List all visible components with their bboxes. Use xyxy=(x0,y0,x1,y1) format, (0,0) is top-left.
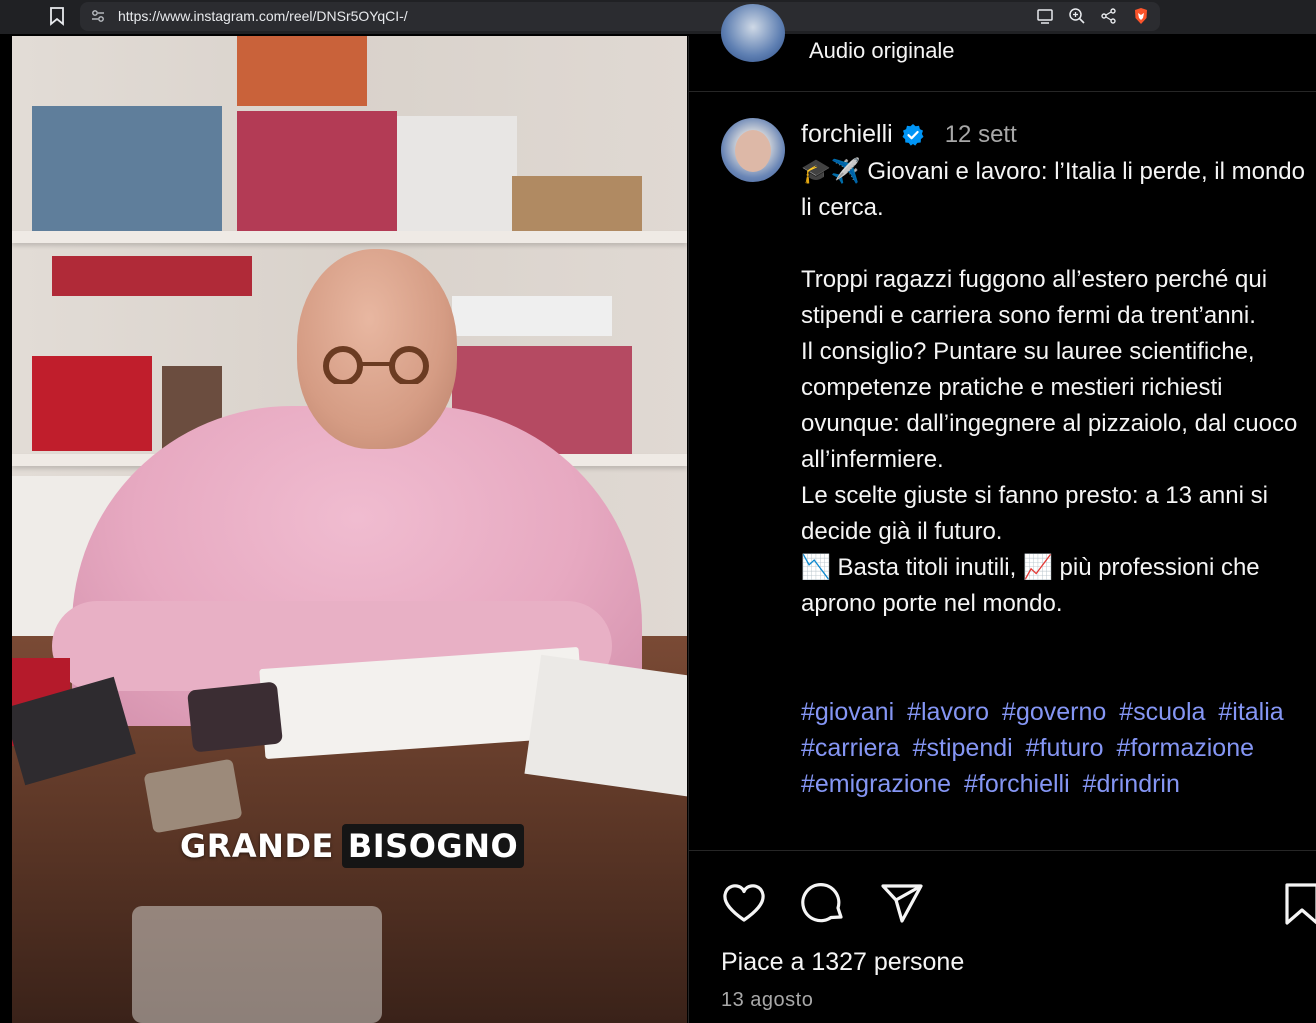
site-settings-icon[interactable] xyxy=(90,8,106,24)
avatar-face xyxy=(735,130,771,172)
video-books xyxy=(237,111,397,231)
video-subtitle: GRANDE BISOGNO xyxy=(180,824,525,868)
url-text[interactable]: https://www.instagram.com/reel/DNSr5OYqC… xyxy=(118,8,408,24)
video-phone xyxy=(187,681,283,753)
reel-video[interactable]: GRANDE BISOGNO xyxy=(12,36,687,1023)
caption-line xyxy=(801,226,1316,262)
post-date[interactable]: 12 sett xyxy=(945,121,1017,149)
audio-label[interactable]: Audio originale xyxy=(809,38,955,64)
hashtag-link[interactable]: #italia xyxy=(1218,698,1283,726)
divider xyxy=(689,850,1316,851)
post-header: forchielli 12 sett xyxy=(801,120,1017,149)
brave-shield-icon[interactable] xyxy=(1132,7,1150,25)
browser-toolbar: https://www.instagram.com/reel/DNSr5OYqC… xyxy=(0,0,1316,34)
video-shelf xyxy=(12,231,687,243)
hashtag-link[interactable]: #emigrazione xyxy=(801,770,951,798)
hashtag-link[interactable]: #carriera xyxy=(801,734,900,762)
hashtag-link[interactable]: #forchielli xyxy=(964,770,1070,798)
caption-line: 🎓✈️ Giovani e lavoro: l’Italia li perde,… xyxy=(801,158,1312,221)
comment-bubble-icon[interactable] xyxy=(801,881,847,927)
video-books xyxy=(32,356,152,451)
hashtag-link[interactable]: #scuola xyxy=(1119,698,1205,726)
verified-badge-icon xyxy=(902,123,924,146)
cast-icon[interactable] xyxy=(1036,7,1054,25)
zoom-icon[interactable] xyxy=(1068,7,1086,25)
video-papers xyxy=(524,654,687,798)
video-books xyxy=(452,296,612,336)
post-timestamp[interactable]: 13 agosto xyxy=(721,989,813,1012)
hashtag-link[interactable]: #governo xyxy=(1002,698,1106,726)
post-sidebar: Audio originale forchielli 12 sett 🎓✈️ G… xyxy=(688,4,1316,1023)
hashtag-link[interactable]: #stipendi xyxy=(913,734,1013,762)
post-caption: 🎓✈️ Giovani e lavoro: l’Italia li perde,… xyxy=(801,154,1316,622)
hashtag-link[interactable]: #lavoro xyxy=(907,698,989,726)
subtitle-word-highlighted: BISOGNO xyxy=(341,824,525,868)
caption-line: Il consiglio? Puntare su lauree scientif… xyxy=(801,338,1305,473)
username-link[interactable]: forchielli xyxy=(801,120,893,149)
video-books xyxy=(397,116,517,231)
hashtag-list: #giovani #lavoro #governo #scuola #itali… xyxy=(801,694,1311,802)
video-books xyxy=(32,106,222,231)
caption-line: Troppi ragazzi fuggono all’estero perché… xyxy=(801,266,1274,329)
like-heart-icon[interactable] xyxy=(721,881,767,927)
caption-line: Le scelte giuste si fanno presto: a 13 a… xyxy=(801,482,1275,545)
post-actions xyxy=(721,881,1316,925)
hashtag-link[interactable]: #futuro xyxy=(1026,734,1104,762)
hashtag-link[interactable]: #drindrin xyxy=(1083,770,1180,798)
bookmark-icon[interactable] xyxy=(48,6,66,26)
hashtag-link[interactable]: #giovani xyxy=(801,698,894,726)
subtitle-word: GRANDE xyxy=(180,827,334,865)
hashtag-link[interactable]: #formazione xyxy=(1116,734,1254,762)
share-icon[interactable] xyxy=(1100,7,1118,25)
caption-line: 📉 Basta titoli inutili, 📈 più profession… xyxy=(801,554,1267,617)
save-bookmark-icon[interactable] xyxy=(1283,881,1316,927)
audio-avatar[interactable] xyxy=(721,4,785,62)
video-glass-jar xyxy=(132,906,382,1023)
video-glasses xyxy=(323,346,429,384)
audio-row[interactable]: Audio originale xyxy=(689,4,1316,92)
avatar[interactable] xyxy=(721,118,785,182)
likes-count[interactable]: Piace a 1327 persone xyxy=(721,948,964,977)
video-books xyxy=(512,176,642,231)
address-bar-actions xyxy=(1036,7,1150,25)
share-paper-plane-icon[interactable] xyxy=(879,881,925,927)
address-bar[interactable]: https://www.instagram.com/reel/DNSr5OYqC… xyxy=(80,2,1160,31)
video-books xyxy=(237,36,367,106)
video-books xyxy=(52,256,252,296)
